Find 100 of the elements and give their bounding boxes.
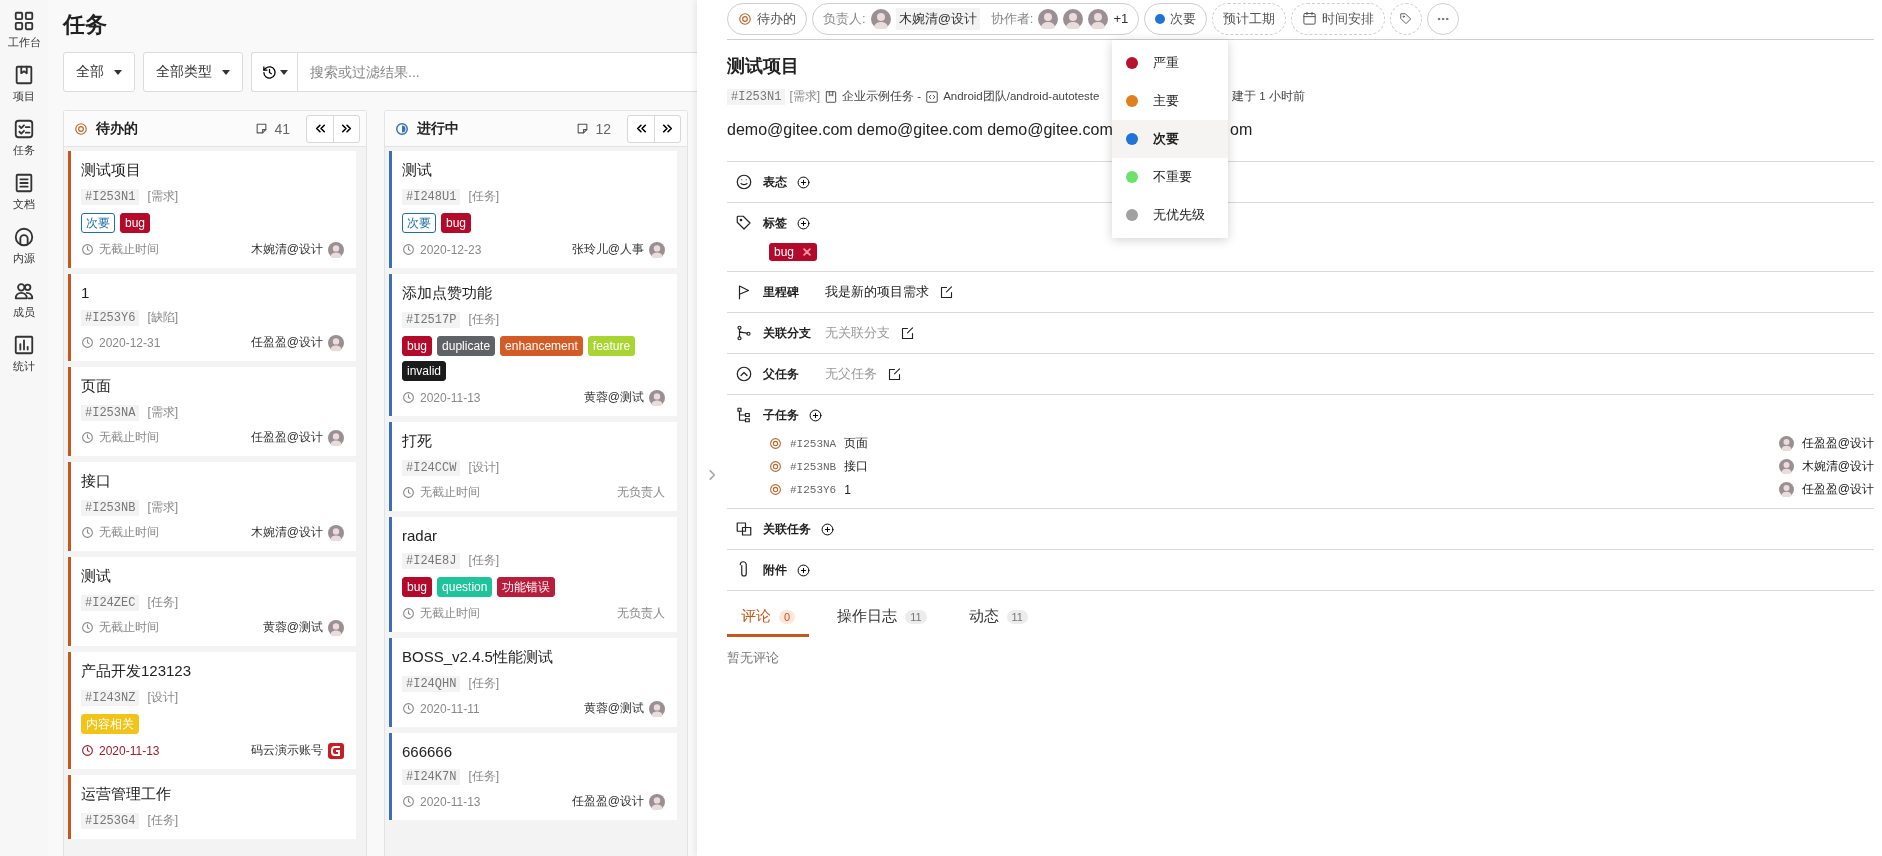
task-card[interactable]: 打死 #I24CCW [设计] 无截止时间 无负责人 xyxy=(389,422,677,511)
assignee-name: 黄蓉@测试 xyxy=(262,619,323,636)
task-card[interactable]: 添加点赞功能 #I2517P [任务] bug duplicate enhancement feature invalid 2020-11-13 黄蓉@测试 xyxy=(389,274,677,416)
due-date: 2020-11-13 xyxy=(402,794,481,809)
estimate-button[interactable]: 预计工期 xyxy=(1212,2,1287,35)
section-value: 无关联分支 xyxy=(825,324,890,342)
task-card[interactable]: 运营管理工作 #I253G4 [任务] xyxy=(68,775,356,839)
due-date: 无截止时间 xyxy=(81,429,159,446)
double-chevron-left-icon xyxy=(313,122,327,135)
double-chevron-right-icon xyxy=(661,122,674,135)
menu-item[interactable]: 严重 xyxy=(1112,44,1228,82)
label-tag: question xyxy=(437,577,493,597)
label-tag: 次要 xyxy=(81,213,115,233)
task-card[interactable]: radar #I24E8J [任务] bug question 功能错误 无截止时间 无负责人 xyxy=(389,517,677,632)
issue-count: 41 xyxy=(255,120,290,137)
label-tag: bug xyxy=(441,213,472,233)
nav-item[interactable]: 文档 xyxy=(13,170,35,214)
subtask-id: #I253NA xyxy=(790,437,837,450)
card-title: 运营管理工作 xyxy=(81,785,172,804)
nav-item[interactable]: 任务 xyxy=(13,116,35,160)
issue-id: #I24QHN xyxy=(402,675,461,692)
add-button[interactable] xyxy=(797,563,810,577)
label-tag: feature xyxy=(587,336,636,356)
due-date: 2020-12-31 xyxy=(81,335,161,350)
issue-id: #I24E8J xyxy=(402,552,461,569)
assignee-name: 任盈盈@设计 xyxy=(250,429,323,446)
card-title: 产品开发123123 xyxy=(81,662,193,681)
label-tag: 内容相关 xyxy=(81,714,139,734)
issue-title: 测试项目 xyxy=(727,55,799,78)
ring-icon xyxy=(769,483,782,496)
menu-item[interactable]: 无优先级 xyxy=(1112,196,1228,234)
code-icon xyxy=(925,89,940,104)
task-card[interactable]: 测试 #I248U1 [任务] 次要 bug 2020-12-23 张玲儿@人事 xyxy=(389,151,677,268)
task-card[interactable]: 1 #I253Y6 [缺陷] 2020-12-31 任盈盈@设计 xyxy=(68,274,356,361)
subtask-title[interactable]: 接口 xyxy=(844,458,1771,475)
status-pill[interactable]: 待办的 xyxy=(727,2,807,35)
due-date: 2020-11-13 xyxy=(81,743,160,758)
grid-icon xyxy=(13,10,35,32)
add-button[interactable] xyxy=(797,216,810,230)
menu-item[interactable]: 次要 xyxy=(1112,120,1228,158)
project-name[interactable]: 企业示例任务 - xyxy=(842,89,922,104)
nav-item[interactable]: 工作台 xyxy=(7,8,41,52)
assignee-name: 任盈盈@设计 xyxy=(250,334,323,351)
filter-dropdown[interactable]: 全部 xyxy=(63,52,135,92)
repository-name[interactable]: Android团队/android-autoteste xyxy=(943,89,1100,104)
ring-icon xyxy=(738,11,752,26)
tab[interactable]: 操作日志 11 xyxy=(823,603,941,637)
assignee-name: 码云演示账号 xyxy=(251,742,323,759)
menu-item[interactable]: 不重要 xyxy=(1112,158,1228,196)
nav-item[interactable]: 成员 xyxy=(13,278,35,322)
clock-icon xyxy=(81,243,94,256)
task-card[interactable]: 测试 #I24ZEC [任务] 无截止时间 黄蓉@测试 xyxy=(68,557,356,646)
people-pill[interactable]: 负责人: 木婉清@设计 协作者: +1 xyxy=(812,2,1140,35)
clock-icon xyxy=(402,702,415,715)
subtask-id: #I253Y6 xyxy=(790,483,837,496)
due-date: 2020-11-11 xyxy=(402,701,480,716)
task-card[interactable]: BOSS_v2.4.5性能测试 #I24QHN [任务] 2020-11-11 黄蓉@测试 xyxy=(389,638,677,727)
nav-item[interactable]: 项目 xyxy=(13,62,35,106)
add-button[interactable] xyxy=(821,522,834,536)
task-card[interactable]: 测试项目 #I253N1 [需求] 次要 bug 无截止时间 木婉清@设计 xyxy=(68,151,356,268)
task-card[interactable]: 666666 #I24K7N [任务] 2020-11-13 任盈盈@设计 xyxy=(389,733,677,820)
section-label: 表态 xyxy=(763,173,787,191)
add-button[interactable] xyxy=(809,408,822,422)
nav-item[interactable]: 统计 xyxy=(13,332,35,376)
arch-icon xyxy=(13,226,35,248)
schedule-button[interactable]: 时间安排 xyxy=(1291,2,1386,35)
issue-type: [任务] xyxy=(468,188,500,205)
avatar xyxy=(1778,459,1794,474)
issue-type: [任务] xyxy=(468,311,500,328)
add-icon xyxy=(821,522,834,536)
ring-icon xyxy=(769,437,782,450)
double-chevron-right-icon xyxy=(340,122,353,135)
note-icon xyxy=(255,122,269,135)
description-text: demo@gitee.com demo@gitee.com demo@gitee.com xyxy=(727,121,1113,138)
task-card[interactable]: 产品开发123123 #I243NZ [设计] 内容相关 2020-11-13 码云演示账号 xyxy=(68,652,356,769)
nav-item[interactable]: 内源 xyxy=(13,224,35,268)
subtask-title[interactable]: 1 xyxy=(844,482,1771,497)
issue-type: [任务] xyxy=(468,552,500,569)
avatar xyxy=(1778,436,1794,451)
checklist-icon xyxy=(13,118,35,140)
tab[interactable]: 动态 11 xyxy=(954,603,1042,637)
tab[interactable]: 评论 0 xyxy=(727,603,810,637)
assignee-name: 任盈盈@设计 xyxy=(1801,435,1874,452)
owner-name: 木婉清@设计 xyxy=(895,7,980,30)
due-date: 2020-11-13 xyxy=(402,390,481,405)
issue-type: [需求] xyxy=(147,188,179,205)
task-card[interactable]: 接口 #I253NB [需求] 无截止时间 木婉清@设计 xyxy=(68,462,356,551)
clock-icon xyxy=(402,391,415,404)
priority-pill[interactable]: 次要 xyxy=(1144,2,1208,35)
avatar xyxy=(1778,482,1794,497)
filter-dropdown[interactable]: 全部类型 xyxy=(143,52,243,92)
subtask-title[interactable]: 页面 xyxy=(844,435,1771,452)
add-button[interactable] xyxy=(797,175,810,189)
issue-count: 12 xyxy=(576,120,611,137)
task-card[interactable]: 页面 #I253NA [需求] 无截止时间 任盈盈@设计 xyxy=(68,367,356,456)
search-bar[interactable]: 搜索或过滤结果... xyxy=(251,52,697,92)
chevron-up-circle-icon xyxy=(735,365,753,383)
menu-item[interactable]: 主要 xyxy=(1112,82,1228,120)
avatar xyxy=(870,8,891,29)
due-date: 无截止时间 xyxy=(81,619,159,636)
